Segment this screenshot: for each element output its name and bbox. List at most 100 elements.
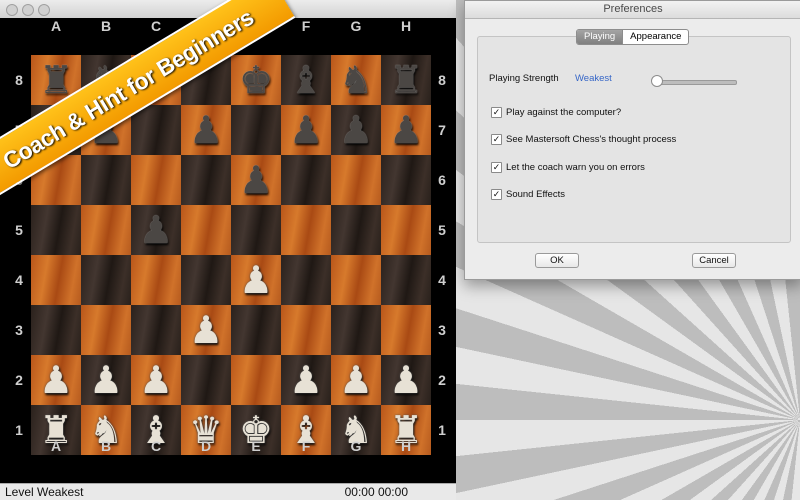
square-f6[interactable]	[281, 155, 331, 205]
square-h6[interactable]	[381, 155, 431, 205]
black-rook-h8[interactable]: ♜	[381, 55, 431, 105]
zoom-window-button[interactable]	[38, 4, 50, 16]
square-b4[interactable]	[81, 255, 131, 305]
checkbox-coach-warn[interactable]: ✓	[491, 161, 502, 173]
square-e2[interactable]	[231, 355, 281, 405]
white-pawn-f2[interactable]: ♟	[281, 355, 331, 405]
white-pawn-h2[interactable]: ♟	[381, 355, 431, 405]
file-label-f: F	[301, 438, 311, 454]
square-e3[interactable]	[231, 305, 281, 355]
file-label-g: G	[350, 438, 362, 454]
square-a4[interactable]	[31, 255, 81, 305]
square-b3[interactable]	[81, 305, 131, 355]
black-bishop-f8[interactable]: ♝	[281, 55, 331, 105]
black-knight-g8[interactable]: ♞	[331, 55, 381, 105]
rank-label-8: 8	[438, 72, 446, 88]
tab-appearance[interactable]: Appearance	[622, 30, 688, 44]
rank-label-4: 4	[438, 272, 446, 288]
square-d4[interactable]	[181, 255, 231, 305]
square-d5[interactable]	[181, 205, 231, 255]
option-play-computer[interactable]: ✓ Play against the computer?	[491, 106, 621, 118]
square-b6[interactable]	[81, 155, 131, 205]
square-c6[interactable]	[131, 155, 181, 205]
ok-button[interactable]: OK	[535, 253, 579, 268]
black-pawn-d7[interactable]: ♟	[181, 105, 231, 155]
rank-label-7: 7	[438, 122, 446, 138]
black-pawn-c5[interactable]: ♟	[131, 205, 181, 255]
square-h4[interactable]	[381, 255, 431, 305]
level-label: Level Weakest	[5, 485, 84, 499]
minimize-window-button[interactable]	[22, 4, 34, 16]
black-pawn-h7[interactable]: ♟	[381, 105, 431, 155]
square-g5[interactable]	[331, 205, 381, 255]
square-c4[interactable]	[131, 255, 181, 305]
rank-label-4: 4	[15, 272, 23, 288]
option-label: Play against the computer?	[506, 106, 622, 118]
file-label-e: E	[251, 438, 261, 454]
game-clock: 00:00 00:00	[344, 485, 408, 499]
option-coach-warn[interactable]: ✓ Let the coach warn you on errors	[491, 161, 645, 173]
preferences-tabs: Playing Appearance	[576, 29, 690, 45]
square-d2[interactable]	[181, 355, 231, 405]
checkbox-play-computer[interactable]: ✓	[491, 106, 502, 118]
white-pawn-a2[interactable]: ♟	[31, 355, 81, 405]
square-c7[interactable]	[131, 105, 181, 155]
board-area: ♜♞♝♚♝♞♜♟♟♟♟♟♟♟♟♟♟♟♟♟♟♟♟♜♞♝♛♚♝♞♜ AABBCCDD…	[0, 18, 456, 465]
file-label-b: B	[100, 18, 112, 34]
status-bar: Level Weakest 00:00 00:00	[0, 483, 456, 500]
checkbox-sound-effects[interactable]: ✓	[491, 188, 502, 200]
option-label: Sound Effects	[506, 188, 565, 200]
rank-label-8: 8	[15, 72, 23, 88]
file-label-h: H	[400, 18, 412, 34]
square-e7[interactable]	[231, 105, 281, 155]
file-label-d: D	[200, 438, 212, 454]
square-c3[interactable]	[131, 305, 181, 355]
square-e5[interactable]	[231, 205, 281, 255]
square-h5[interactable]	[381, 205, 431, 255]
black-pawn-g7[interactable]: ♟	[331, 105, 381, 155]
white-pawn-g2[interactable]: ♟	[331, 355, 381, 405]
file-label-h: H	[400, 438, 412, 454]
square-a3[interactable]	[31, 305, 81, 355]
white-pawn-c2[interactable]: ♟	[131, 355, 181, 405]
white-pawn-d3[interactable]: ♟	[181, 305, 231, 355]
square-a5[interactable]	[31, 205, 81, 255]
rank-label-2: 2	[438, 372, 446, 388]
rank-label-6: 6	[438, 172, 446, 188]
square-b5[interactable]	[81, 205, 131, 255]
option-sound-effects[interactable]: ✓ Sound Effects	[491, 188, 565, 200]
file-label-b: B	[100, 438, 112, 454]
black-king-e8[interactable]: ♚	[231, 55, 281, 105]
tab-playing[interactable]: Playing	[577, 30, 623, 44]
option-thought-process[interactable]: ✓ See Mastersoft Chess's thought process	[491, 133, 676, 145]
black-pawn-e6[interactable]: ♟	[231, 155, 281, 205]
chess-window: ♜♞♝♚♝♞♜♟♟♟♟♟♟♟♟♟♟♟♟♟♟♟♟♜♞♝♛♚♝♞♜ AABBCCDD…	[0, 0, 456, 500]
close-window-button[interactable]	[6, 4, 18, 16]
file-label-a: A	[50, 18, 62, 34]
option-label: See Mastersoft Chess's thought process	[506, 133, 677, 145]
strength-slider-knob[interactable]	[651, 75, 663, 87]
square-g3[interactable]	[331, 305, 381, 355]
file-label-g: G	[350, 18, 362, 34]
black-pawn-f7[interactable]: ♟	[281, 105, 331, 155]
square-f5[interactable]	[281, 205, 331, 255]
square-g6[interactable]	[331, 155, 381, 205]
white-pawn-b2[interactable]: ♟	[81, 355, 131, 405]
square-d6[interactable]	[181, 155, 231, 205]
checkbox-thought-process[interactable]: ✓	[491, 133, 502, 145]
rank-label-5: 5	[15, 222, 23, 238]
rank-label-1: 1	[15, 422, 23, 438]
file-label-a: A	[50, 438, 62, 454]
square-f3[interactable]	[281, 305, 331, 355]
option-label: Let the coach warn you on errors	[506, 161, 645, 173]
cancel-button[interactable]: Cancel	[692, 253, 736, 268]
white-pawn-e4[interactable]: ♟	[231, 255, 281, 305]
square-f4[interactable]	[281, 255, 331, 305]
square-g4[interactable]	[331, 255, 381, 305]
rank-label-5: 5	[438, 222, 446, 238]
strength-slider-track[interactable]	[655, 80, 737, 85]
rank-label-2: 2	[15, 372, 23, 388]
playing-strength-value: Weakest	[575, 73, 612, 84]
square-h3[interactable]	[381, 305, 431, 355]
rank-label-3: 3	[15, 322, 23, 338]
